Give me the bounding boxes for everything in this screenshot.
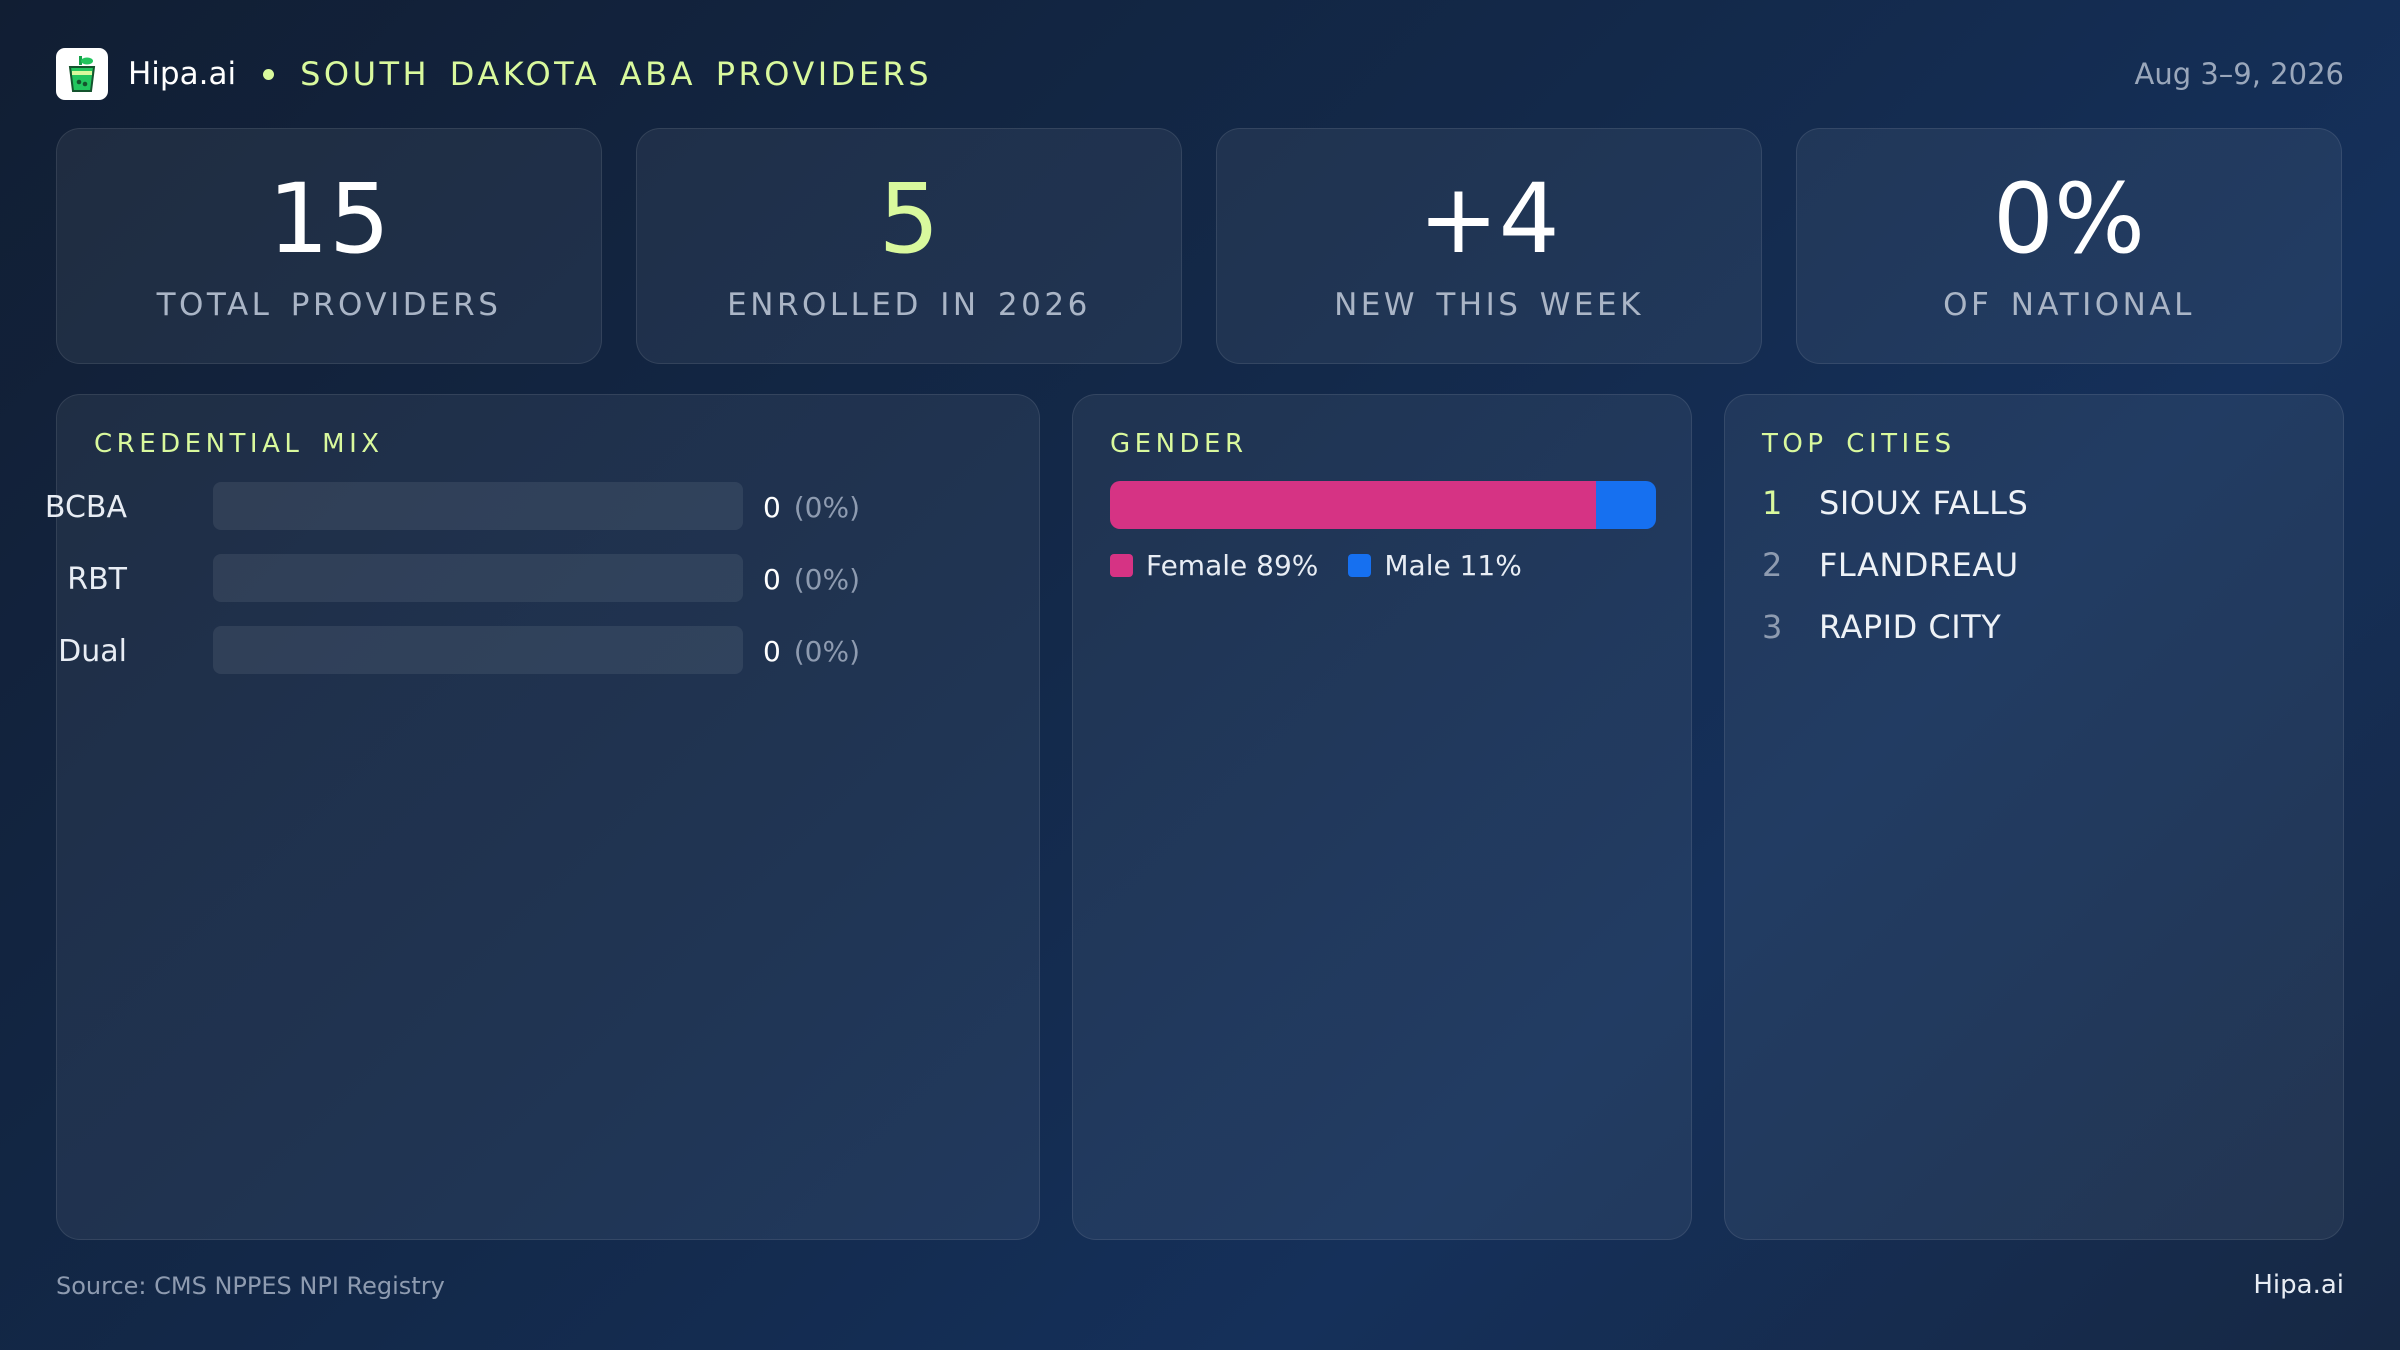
city-item: 2 FLANDREAU — [1762, 545, 2019, 585]
panel-title: TOP CITIES — [1762, 429, 1956, 459]
credential-count: 0 (0%) — [763, 491, 860, 524]
city-rank: 2 — [1762, 546, 1783, 584]
male-swatch-icon — [1348, 554, 1372, 577]
stat-value: 0% — [1992, 163, 2146, 275]
credential-label: BCBA — [44, 490, 127, 525]
credential-count-value: 0 — [763, 491, 781, 524]
credential-row-rbt: RBT 0 (0%) — [57, 554, 957, 604]
stat-label: OF NATIONAL — [1943, 287, 2195, 323]
legend-item-female: Female 89% — [1110, 549, 1318, 582]
top-cities-panel: TOP CITIES 1 SIOUX FALLS 2 FLANDREAU 3 R… — [1724, 394, 2344, 1240]
city-name: RAPID CITY — [1819, 608, 2002, 646]
stat-label: TOTAL PROVIDERS — [156, 287, 502, 323]
gender-bar-male — [1595, 481, 1656, 529]
credential-row-bcba: BCBA 0 (0%) — [45, 482, 957, 532]
credential-bar-track — [213, 554, 743, 602]
stat-value: +4 — [1418, 163, 1560, 275]
date-range: Aug 3–9, 2026 — [2134, 57, 2345, 91]
credential-count-value: 0 — [763, 563, 781, 596]
gender-bar — [1110, 481, 1656, 529]
credential-row-dual: Dual 0 (0%) — [57, 626, 957, 676]
city-item: 1 SIOUX FALLS — [1762, 483, 2028, 523]
credential-label: RBT — [67, 562, 127, 597]
gender-bar-female — [1110, 481, 1596, 529]
green-cup-logo-icon[interactable] — [56, 48, 108, 100]
footer-brand: Hipa.ai — [2253, 1270, 2344, 1300]
stat-card-enrolled: 5 ENROLLED IN 2026 — [636, 128, 1182, 364]
credential-bar-track — [213, 626, 743, 674]
credential-count: 0 (0%) — [763, 563, 860, 596]
city-rank: 1 — [1762, 484, 1783, 522]
credential-percent: (0%) — [793, 635, 861, 668]
credential-count-value: 0 — [763, 635, 781, 668]
legend-item-male: Male 11% — [1348, 549, 1522, 582]
legend-label: Male 11% — [1384, 549, 1522, 582]
stat-label: ENROLLED IN 2026 — [727, 287, 1091, 323]
stat-card-of-national: 0% OF NATIONAL — [1796, 128, 2342, 364]
gender-legend: Female 89% Male 11% — [1110, 549, 1552, 582]
city-item: 3 RAPID CITY — [1762, 607, 2001, 647]
panel-title: CREDENTIAL MIX — [94, 429, 384, 459]
credential-bar-track — [213, 482, 743, 530]
credential-count: 0 (0%) — [763, 635, 860, 668]
stat-value: 15 — [267, 163, 391, 275]
city-name: FLANDREAU — [1819, 546, 2019, 584]
stat-card-new-this-week: +4 NEW THIS WEEK — [1216, 128, 1762, 364]
page-title: SOUTH DAKOTA ABA PROVIDERS — [300, 55, 933, 93]
header: Hipa.ai SOUTH DAKOTA ABA PROVIDERS Aug 3… — [56, 48, 2344, 100]
credential-percent: (0%) — [793, 491, 861, 524]
credential-mix-panel: CREDENTIAL MIX BCBA 0 (0%) RBT 0 (0%) Du… — [45, 394, 1040, 1240]
legend-label: Female 89% — [1146, 549, 1319, 582]
panel-title: GENDER — [1110, 429, 1248, 459]
credential-percent: (0%) — [793, 563, 861, 596]
stat-label: NEW THIS WEEK — [1334, 287, 1644, 323]
source-note: Source: CMS NPPES NPI Registry — [56, 1272, 445, 1300]
gender-panel: GENDER Female 89% Male 11% — [1072, 394, 1692, 1240]
separator-dot-icon — [263, 68, 275, 80]
credential-label: Dual — [58, 634, 127, 669]
brand-name: Hipa.ai — [128, 56, 237, 92]
female-swatch-icon — [1110, 554, 1133, 577]
city-name: SIOUX FALLS — [1819, 484, 2029, 522]
stat-card-total-providers: 15 TOTAL PROVIDERS — [56, 128, 602, 364]
city-rank: 3 — [1762, 608, 1783, 646]
stat-value: 5 — [878, 163, 940, 275]
